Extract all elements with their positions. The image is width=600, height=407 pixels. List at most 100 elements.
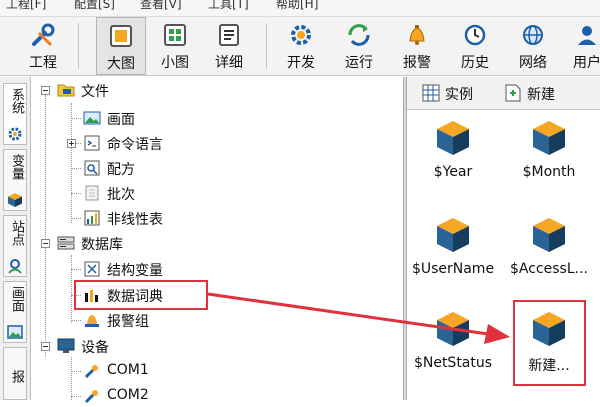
side-tab-variable-label: 变量 [9,154,24,180]
side-tab-screen[interactable]: 画面 [3,281,27,343]
tree-label-file: 文件 [81,84,109,100]
serial-port-icon [84,365,98,379]
alarm-button[interactable]: 报警 [392,17,442,75]
instance-button[interactable]: 实例 [421,81,497,105]
tree-label-batch: 批次 [107,187,135,203]
screen-picture-icon [83,111,101,125]
tree-label-com2: COM2 [107,387,149,403]
tree-label-screen: 画面 [107,112,135,128]
collapse-toggle-device[interactable] [41,342,50,351]
tree-line [71,193,81,194]
tree-label-recipe: 配方 [107,162,135,178]
new-button[interactable]: 新建 [503,81,579,105]
tree-line [71,168,81,169]
database-icon [57,236,75,250]
globe-icon [523,25,543,45]
user-button[interactable]: 用户 [562,17,600,75]
project-tree: 文件 画面 命令语言 配方 批次 非线性表 数据库 结构变量 数据词典 报警组 [31,77,403,404]
serial-port-icon [84,390,98,404]
tree-label-nonlinear-table: 非线性表 [107,212,163,228]
tree-label-alarm-group: 报警组 [107,314,149,330]
run-cycle-icon [348,24,370,46]
tree-line [45,95,46,357]
develop-button[interactable]: 开发 [276,17,326,75]
menu-item-project[interactable]: 工程[F] [6,0,46,12]
menu-item-help[interactable]: 帮助[H] [276,0,318,12]
collapse-toggle-database[interactable] [41,239,50,248]
bell-icon [409,25,425,45]
small-icon-view-button[interactable]: 小图 [150,17,200,75]
variable-item[interactable]: $Month [503,119,595,189]
tree-label-device: 设备 [81,340,109,356]
cube-icon [533,218,565,252]
side-tab-report[interactable]: 报 [3,347,27,400]
tree-line [71,255,72,323]
project-button[interactable]: 工程 [18,17,68,75]
variable-item[interactable]: $AccessL... [503,216,595,286]
highlight-box [513,300,586,386]
large-icon-icon [110,25,132,47]
collapse-toggle-file[interactable] [41,86,50,95]
gear-icon [291,25,311,45]
toolbar-separator [78,23,79,69]
tree-line [71,118,81,119]
tree-label-com1: COM1 [107,362,149,378]
expand-toggle-command[interactable] [67,139,76,148]
history-button[interactable]: 历史 [450,17,500,75]
side-tab-bar: 系统 变量 站点 画面 报 [0,77,31,400]
large-icon-view-button[interactable]: 大图 [96,17,146,75]
run-label: 运行 [345,55,373,71]
tree-line [71,103,72,223]
variable-panel: 实例 新建 $Year $Month $UserName $AccessL...… [407,77,600,400]
wrench-icon [32,23,55,46]
tree-label-database: 数据库 [81,237,123,253]
tree-line [71,269,81,270]
project-label: 工程 [29,55,57,71]
main-toolbar: 工程 大图 小图 详细 开发 运行 报警 历史 网络 用户 [0,17,600,76]
side-tab-system[interactable]: 系统 [3,83,27,145]
instance-label: 实例 [445,87,473,103]
side-tab-screen-label: 画面 [9,286,24,312]
network-button[interactable]: 网络 [508,17,558,75]
detail-view-button[interactable]: 详细 [204,17,254,75]
tree-line [71,218,81,219]
menu-item-config[interactable]: 配置[S] [74,0,115,12]
network-label: 网络 [519,55,547,71]
command-icon [84,135,100,151]
alarm-label: 报警 [403,55,431,71]
tree-label-struct-variable: 结构变量 [107,263,163,279]
menu-item-tools[interactable]: 工具[T] [208,0,249,12]
picture-icon [7,325,23,339]
run-button[interactable]: 运行 [334,17,384,75]
tree-label-command-language: 命令语言 [107,137,163,153]
variable-item[interactable]: $Year [407,119,499,189]
monitor-icon [57,338,75,353]
menu-bar: 工程[F] 配置[S] 查看[V] 工具[T] 帮助[H] [0,0,600,17]
variable-item-label: $Month [522,164,576,180]
side-tab-system-label: 系统 [9,88,24,114]
variable-item-label: $Year [433,164,473,180]
menu-item-view[interactable]: 查看[V] [140,0,182,12]
variable-item[interactable]: $UserName [407,216,499,286]
cube-icon [437,218,469,252]
history-label: 历史 [461,55,489,71]
tree-line [71,357,72,400]
side-tab-variable[interactable]: 变量 [3,149,27,211]
highlight-box [74,280,208,310]
detail-label: 详细 [215,55,243,71]
variable-item-label: $UserName [411,261,495,277]
recipe-icon [84,160,100,176]
new-document-icon [505,84,521,102]
folder-icon [57,84,75,97]
side-tab-station-label: 站点 [9,220,24,246]
new-label: 新建 [527,87,555,103]
tree-line [71,371,81,372]
nonlinear-chart-icon [84,210,100,226]
tree-line [71,320,81,321]
variable-item[interactable]: $NetStatus [407,310,499,380]
side-tab-station[interactable]: 站点 [3,215,27,277]
station-icon [8,259,22,274]
user-label: 用户 [573,55,600,71]
cube-icon [437,312,469,346]
user-icon [578,26,596,45]
